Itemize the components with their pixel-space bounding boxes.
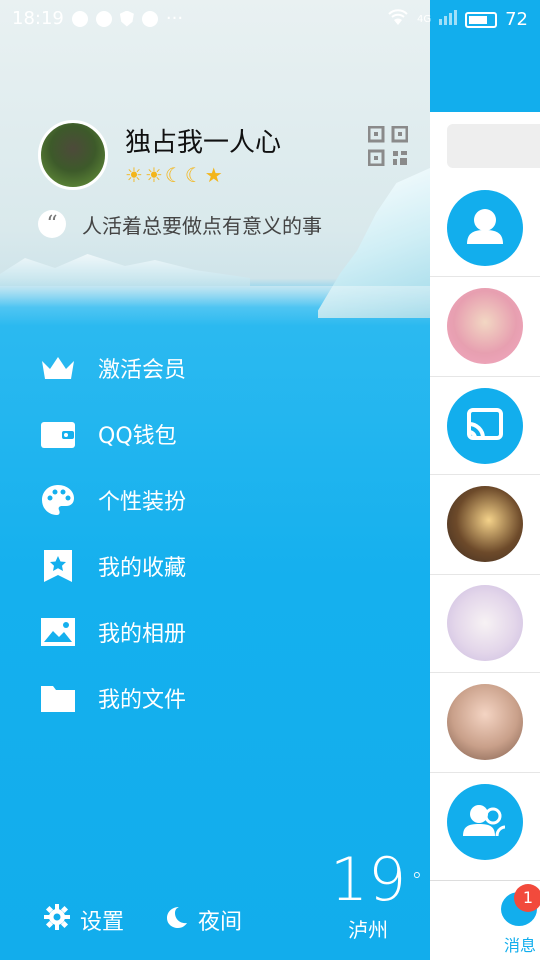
night-mode-button[interactable]: 夜间 (164, 904, 242, 936)
contact-avatar[interactable] (447, 585, 523, 661)
menu-item-theme[interactable]: 个性装扮 (40, 467, 186, 533)
unread-badge: 1 (514, 884, 540, 912)
row-divider (430, 474, 540, 475)
qr-code-icon[interactable] (367, 125, 409, 167)
sun-icon: ☀ (144, 163, 163, 187)
status-time: 18:19 (12, 8, 64, 29)
weather-widget[interactable]: 19 ° 泸州 (330, 850, 422, 943)
row-divider (430, 574, 540, 575)
folder-icon (40, 680, 76, 716)
menu-item-label: 我的收藏 (98, 556, 187, 581)
contact-avatar[interactable] (447, 388, 523, 464)
sync-icon (141, 10, 158, 27)
signal-icon (439, 9, 458, 30)
drawer-menu: 激活会员 QQ钱包 个性装扮 我的收藏 我的相册 我的文件 (40, 335, 186, 731)
degree-symbol: ° (411, 869, 423, 894)
iceberg-decoration (0, 254, 250, 286)
contact-avatar[interactable] (447, 486, 523, 562)
moon-icon (164, 905, 188, 935)
more-icon: ··· (165, 8, 184, 29)
settings-button[interactable]: 设置 (44, 904, 124, 936)
menu-item-label: 个性装扮 (98, 490, 187, 515)
menu-item-label: 我的文件 (98, 688, 187, 713)
menu-item-favorites[interactable]: 我的收藏 (40, 533, 186, 599)
water-reflection (0, 286, 430, 326)
app-icon (95, 10, 112, 27)
network-type: 4G (416, 14, 432, 25)
message-icon (71, 10, 88, 27)
user-icon (467, 209, 503, 244)
contact-avatar[interactable] (447, 784, 523, 860)
level-badges[interactable]: ☀ ☀ ☾ ☾ ★ (125, 163, 223, 187)
row-divider (430, 276, 540, 277)
gear-icon (44, 904, 70, 936)
moon-icon: ☾ (184, 163, 203, 187)
menu-item-album[interactable]: 我的相册 (40, 599, 186, 665)
battery-level: 72 (505, 9, 528, 30)
menu-item-label: 激活会员 (98, 358, 187, 383)
row-divider (430, 772, 540, 773)
star-icon: ★ (204, 163, 223, 187)
wallet-icon (40, 416, 76, 452)
menu-item-label: QQ钱包 (98, 424, 177, 449)
night-label: 夜间 (198, 910, 243, 935)
menu-item-files[interactable]: 我的文件 (40, 665, 186, 731)
user-avatar[interactable] (38, 120, 108, 190)
search-input[interactable] (447, 124, 540, 168)
status-bar: 18:19 ··· 4G 72 (0, 0, 540, 38)
row-divider (430, 672, 540, 673)
menu-item-wallet[interactable]: QQ钱包 (40, 401, 186, 467)
menu-item-vip[interactable]: 激活会员 (40, 335, 186, 401)
contact-avatar[interactable] (447, 190, 523, 266)
cast-icon (467, 408, 503, 440)
palette-icon (40, 482, 76, 518)
tab-messages-label[interactable]: 消息 (504, 932, 536, 956)
menu-item-label: 我的相册 (98, 622, 187, 647)
weather-city: 泸州 (348, 918, 389, 942)
settings-label: 设置 (80, 910, 125, 935)
signature-text[interactable]: 人活着总要做点有意义的事 (82, 210, 322, 239)
quote-icon: “ (38, 210, 66, 238)
crown-icon (40, 350, 76, 386)
side-drawer: 独占我一人心 ☀ ☀ ☾ ☾ ★ “ 人活着总要做点有意义的事 激活会员 QQ钱… (0, 0, 430, 960)
wifi-icon (387, 8, 409, 31)
contact-avatar[interactable] (447, 684, 523, 760)
album-icon (40, 614, 76, 650)
username[interactable]: 独占我一人心 (125, 122, 281, 159)
shield-icon (119, 10, 134, 27)
drawer-footer: 设置 夜间 (44, 904, 242, 936)
row-divider (430, 376, 540, 377)
favorite-icon (40, 548, 76, 584)
group-icon (463, 805, 506, 837)
sun-icon: ☀ (125, 163, 143, 187)
moon-icon: ☾ (164, 163, 183, 187)
contact-avatar[interactable] (447, 288, 523, 364)
weather-temperature: 19 (330, 845, 407, 915)
battery-icon (465, 11, 498, 28)
